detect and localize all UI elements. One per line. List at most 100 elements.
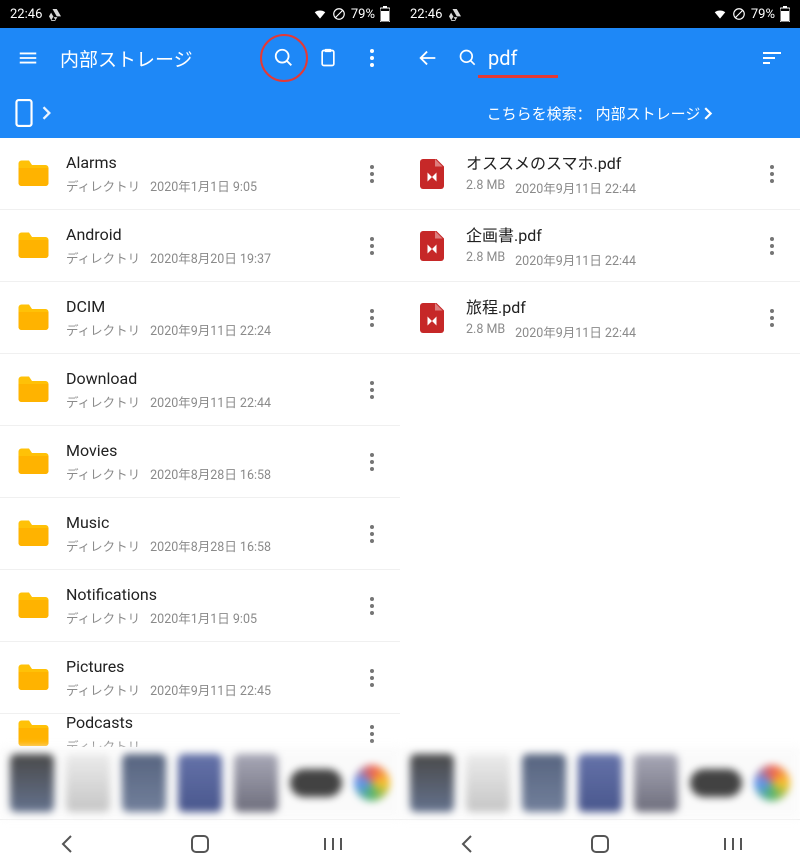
overflow-button[interactable] <box>352 38 392 78</box>
nav-home-button[interactable] <box>160 824 240 864</box>
menu-button[interactable] <box>8 38 48 78</box>
list-item[interactable]: Picturesディレクトリ2020年9月11日 22:45 <box>0 642 400 714</box>
left-pane: 22:46 79% 内部ストレージ Alarmsディレクトリ2020年1月1日 … <box>0 0 400 867</box>
item-meta: ディレクトリ2020年9月11日 22:24 <box>66 320 342 339</box>
folder-icon <box>14 156 50 192</box>
search-icon <box>458 48 478 68</box>
item-name: Notifications <box>66 585 342 604</box>
clipboard-icon <box>318 47 338 69</box>
recent-apps-carousel[interactable] <box>0 747 400 819</box>
list-item[interactable]: Notifications ディレクトリ2020年1月1日 9:05 <box>0 570 400 642</box>
breadcrumb[interactable] <box>0 88 400 138</box>
item-overflow-button[interactable] <box>358 669 386 687</box>
back-button[interactable] <box>408 38 448 78</box>
item-name: Music <box>66 513 342 532</box>
drive-icon <box>48 7 62 21</box>
recent-apps-carousel[interactable] <box>400 747 800 819</box>
drive-icon <box>448 7 462 21</box>
nav-home-icon <box>190 834 210 854</box>
nav-home-button[interactable] <box>560 824 640 864</box>
item-overflow-button[interactable] <box>358 453 386 471</box>
item-overflow-button[interactable] <box>358 597 386 615</box>
system-nav-bar <box>400 819 800 867</box>
sort-button[interactable] <box>752 38 792 78</box>
nav-back-button[interactable] <box>427 824 507 864</box>
sort-icon <box>761 49 783 67</box>
list-item[interactable]: DCIM ディレクトリ2020年9月11日 22:24 <box>0 282 400 354</box>
list-item[interactable]: Moviesディレクトリ2020年8月28日 16:58 <box>0 426 400 498</box>
search-app-bar <box>400 28 800 88</box>
item-overflow-button[interactable] <box>758 309 786 327</box>
more-vert-icon <box>370 725 374 743</box>
status-battery: 79% <box>351 7 375 22</box>
search-icon <box>273 47 295 69</box>
list-item[interactable]: 旅程.pdf2.8 MB2020年9月11日 22:44 <box>400 282 800 354</box>
item-overflow-button[interactable] <box>758 165 786 183</box>
pdf-icon <box>414 300 450 336</box>
search-underline-highlight <box>478 75 558 78</box>
nav-home-icon <box>590 834 610 854</box>
item-meta: ディレクトリ2020年8月28日 16:58 <box>66 464 342 483</box>
search-hint-bar[interactable]: こちらを検索： 内部ストレージ <box>400 88 800 138</box>
item-meta: 2.8 MB2020年9月11日 22:44 <box>466 250 742 269</box>
more-vert-icon <box>370 381 374 399</box>
wifi-icon <box>313 7 327 21</box>
list-item[interactable]: Downloadディレクトリ2020年9月11日 22:44 <box>0 354 400 426</box>
arrow-back-icon <box>417 47 439 69</box>
item-meta: ディレクトリ2020年1月1日 9:05 <box>66 608 342 627</box>
list-item[interactable]: Podcastsディレクトリ <box>0 714 400 747</box>
search-button[interactable] <box>264 38 304 78</box>
more-vert-icon <box>370 165 374 183</box>
app-bar: 内部ストレージ <box>0 28 400 88</box>
item-name: Download <box>66 369 342 388</box>
file-list: Alarmsディレクトリ2020年1月1日 9:05Androidディレクトリ2… <box>0 138 400 747</box>
no-disturb-icon <box>332 7 346 21</box>
nav-recents-button[interactable] <box>693 824 773 864</box>
item-overflow-button[interactable] <box>358 237 386 255</box>
item-name: Pictures <box>66 657 342 676</box>
wifi-icon <box>713 7 727 21</box>
list-item[interactable]: Music ディレクトリ2020年8月28日 16:58 <box>0 498 400 570</box>
more-vert-icon <box>370 309 374 327</box>
nav-recents-icon <box>322 836 344 852</box>
chevron-right-icon <box>42 106 52 120</box>
folder-icon <box>14 372 50 408</box>
battery-icon <box>380 6 390 22</box>
nav-back-icon <box>458 835 476 853</box>
folder-icon <box>14 516 50 552</box>
search-input[interactable] <box>488 46 588 70</box>
item-overflow-button[interactable] <box>358 165 386 183</box>
list-item[interactable]: オススメのスマホ.pdf2.8 MB2020年9月11日 22:44 <box>400 138 800 210</box>
status-time: 22:46 <box>410 7 442 22</box>
right-pane: 22:46 79% こちらを検索： 内部ストレージ オススメのスマホ.pdf2.… <box>400 0 800 867</box>
item-name: DCIM <box>66 297 342 316</box>
item-overflow-button[interactable] <box>358 725 386 743</box>
item-meta: ディレクトリ2020年8月28日 16:58 <box>66 536 342 555</box>
folder-icon <box>14 588 50 624</box>
hamburger-icon <box>17 47 39 69</box>
list-item[interactable]: 企画書.pdf2.8 MB2020年9月11日 22:44 <box>400 210 800 282</box>
item-name: オススメのスマホ.pdf <box>466 150 742 174</box>
folder-icon <box>14 660 50 696</box>
nav-back-icon <box>58 835 76 853</box>
more-vert-icon <box>370 597 374 615</box>
status-battery: 79% <box>751 7 775 22</box>
chevron-right-icon <box>704 107 713 120</box>
item-overflow-button[interactable] <box>758 237 786 255</box>
search-results-list: オススメのスマホ.pdf2.8 MB2020年9月11日 22:44企画書.pd… <box>400 138 800 747</box>
list-item[interactable]: Androidディレクトリ2020年8月20日 19:37 <box>0 210 400 282</box>
nav-recents-button[interactable] <box>293 824 373 864</box>
more-vert-icon <box>770 309 774 327</box>
nav-recents-icon <box>722 836 744 852</box>
folder-icon <box>14 716 50 748</box>
item-overflow-button[interactable] <box>358 309 386 327</box>
item-meta: 2.8 MB2020年9月11日 22:44 <box>466 322 742 341</box>
more-vert-icon <box>370 453 374 471</box>
list-item[interactable]: Alarmsディレクトリ2020年1月1日 9:05 <box>0 138 400 210</box>
item-overflow-button[interactable] <box>358 525 386 543</box>
item-meta: ディレクトリ2020年8月20日 19:37 <box>66 248 342 267</box>
clipboard-button[interactable] <box>308 38 348 78</box>
item-overflow-button[interactable] <box>358 381 386 399</box>
status-time: 22:46 <box>10 7 42 22</box>
nav-back-button[interactable] <box>27 824 107 864</box>
